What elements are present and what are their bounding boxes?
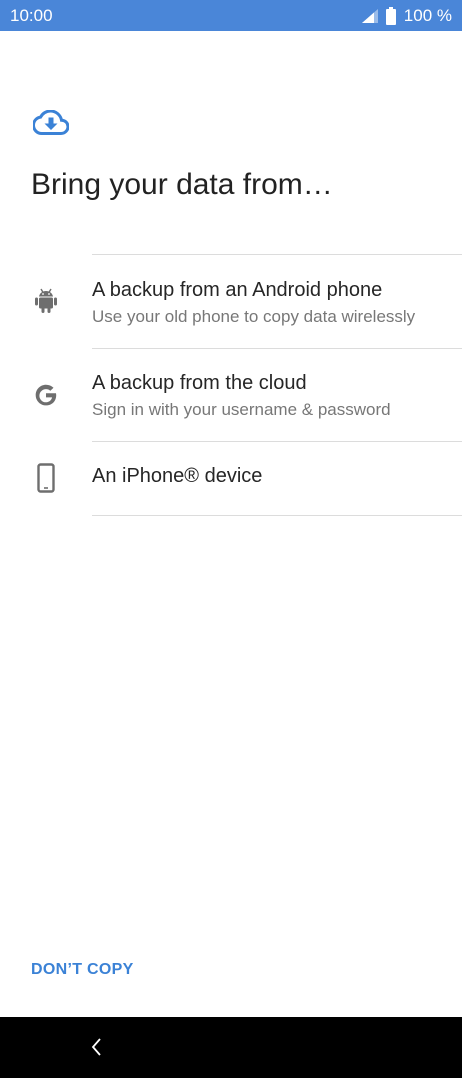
android-icon <box>35 288 57 313</box>
battery-icon <box>385 6 396 25</box>
option-iphone[interactable]: An iPhone® device <box>0 442 462 515</box>
page-title: Bring your data from… <box>31 168 333 201</box>
option-title: An iPhone® device <box>92 465 263 487</box>
option-cloud-backup[interactable]: A backup from the cloud Sign in with you… <box>0 349 462 441</box>
signal-icon <box>361 8 378 23</box>
status-icons: 100 % <box>361 5 452 26</box>
google-icon <box>35 384 57 406</box>
navigation-bar <box>0 1017 462 1078</box>
divider <box>92 515 462 516</box>
back-chevron-icon[interactable] <box>85 1035 109 1059</box>
option-android-backup[interactable]: A backup from an Android phone Use your … <box>0 255 462 348</box>
status-time: 10:00 <box>10 5 53 25</box>
dont-copy-button[interactable]: DON’T COPY <box>31 961 134 979</box>
status-bar: 10:00 100 % <box>0 0 462 31</box>
option-title: A backup from an Android phone <box>92 279 383 301</box>
option-subtitle: Use your old phone to copy data wireless… <box>92 307 416 326</box>
battery-percent: 100 % <box>403 5 452 25</box>
option-title: A backup from the cloud <box>92 372 307 394</box>
screen: 10:00 100 % Bring your data from… A back… <box>0 0 462 1078</box>
phone-icon <box>37 463 55 493</box>
cloud-download-icon <box>33 110 69 135</box>
option-subtitle: Sign in with your username & password <box>92 400 391 419</box>
